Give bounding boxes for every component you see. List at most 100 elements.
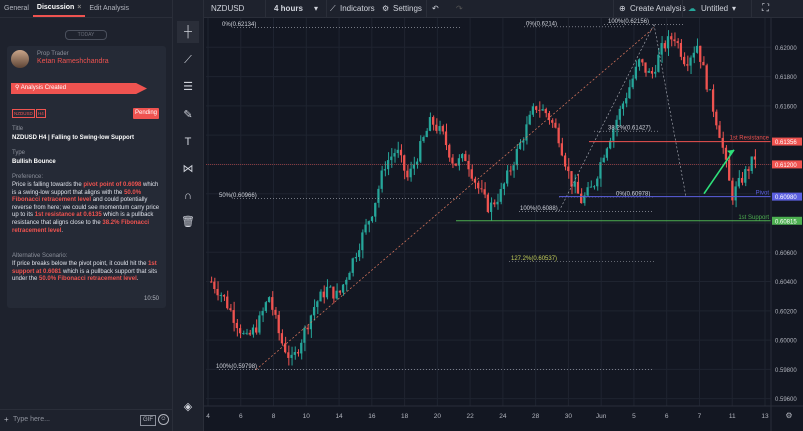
candle: [380, 170, 383, 189]
tab-discussion[interactable]: Discussion ×: [32, 0, 86, 17]
fib-label: 100%(0.6088): [520, 206, 558, 212]
x-tick-label: 18: [401, 413, 409, 420]
candle: [679, 42, 683, 57]
candle: [261, 310, 264, 316]
author-name[interactable]: Ketan Rameshchandra: [37, 58, 109, 65]
preference-label: Preference:: [12, 174, 44, 180]
candle: [728, 159, 731, 181]
candle: [332, 286, 335, 299]
candle: [390, 156, 393, 161]
candle: [232, 310, 235, 323]
fib-label: 100%(0.62156): [608, 19, 649, 25]
price-chart[interactable]: 0%(0.62134) 50%(0.60966) 100%(0.59798) 0%(0…: [204, 18, 803, 431]
undo-icon[interactable]: ↶: [432, 0, 439, 17]
candle: [531, 106, 535, 115]
candle: [621, 103, 625, 109]
symbol-selector[interactable]: NZDUSD: [211, 0, 244, 17]
layers-icon[interactable]: ◈: [177, 396, 199, 418]
interval-selector[interactable]: 4 hours: [274, 0, 303, 17]
candle: [689, 57, 692, 66]
candle: [496, 201, 499, 205]
candle: [296, 352, 300, 354]
current-price-label: 0.61200: [775, 163, 797, 169]
y-tick-label: 0.59600: [775, 397, 797, 403]
brush-icon[interactable]: ✎: [177, 104, 199, 126]
candle: [210, 281, 213, 283]
trash-icon[interactable]: 🗑: [177, 211, 199, 233]
candle: [686, 64, 689, 66]
candle: [325, 286, 329, 298]
layout-name[interactable]: Untitled: [701, 0, 728, 17]
candle: [438, 126, 441, 131]
candle: [573, 181, 576, 187]
divider: [751, 0, 752, 17]
horizontal-lines-icon[interactable]: ☰: [177, 76, 199, 98]
fib-label: 0%(0.62134): [222, 22, 256, 28]
candle: [335, 290, 338, 299]
gif-button[interactable]: GIF: [140, 415, 156, 426]
emoji-icon[interactable]: ☺: [158, 414, 169, 425]
pending-badge[interactable]: Pending: [133, 108, 159, 119]
candle: [338, 290, 341, 293]
message-input[interactable]: Type here...: [13, 416, 50, 423]
candle: [628, 87, 631, 99]
candle: [747, 169, 750, 171]
plus-icon[interactable]: +: [4, 415, 9, 424]
author-role: Prop Trader: [37, 51, 69, 57]
candle: [744, 169, 747, 183]
candle: [522, 140, 525, 143]
analysis-title: NZDUSD H4 | Falling to Swing-low Support: [12, 135, 135, 141]
candle: [354, 256, 358, 259]
candle: [673, 39, 676, 42]
x-tick-label: 30: [565, 413, 573, 420]
candle: [518, 142, 522, 149]
candle: [460, 154, 464, 159]
fullscreen-icon[interactable]: ⛶: [762, 0, 769, 17]
pattern-icon[interactable]: ⋈: [177, 158, 199, 180]
candle: [528, 114, 531, 125]
close-icon[interactable]: ×: [77, 4, 81, 11]
candle: [711, 89, 715, 112]
redo-icon[interactable]: ↷: [456, 0, 463, 17]
analysis-card: Prop Trader Ketan Rameshchandra ⚲ Analys…: [7, 46, 166, 308]
indicators-button[interactable]: Indicators: [340, 0, 375, 17]
candle: [592, 186, 596, 188]
y-tick-label: 0.60000: [775, 339, 797, 345]
tab-discussion-label: Discussion: [36, 4, 75, 11]
x-tick-label: 7: [698, 413, 702, 420]
x-tick-label: 4: [206, 413, 210, 420]
candle: [358, 250, 361, 257]
settings-button[interactable]: Settings: [393, 0, 422, 17]
chevron-down-icon[interactable]: ▾: [732, 0, 736, 17]
settings-icon: ⚙: [785, 411, 792, 420]
create-analysis-button[interactable]: Create Analysis: [630, 0, 686, 17]
candle: [441, 126, 444, 132]
candle: [705, 65, 708, 90]
fib-trend-line: [558, 24, 655, 212]
candle: [489, 202, 493, 212]
y-tick-label: 0.59800: [775, 368, 797, 374]
candle: [267, 297, 271, 303]
candle: [753, 156, 757, 160]
candle: [216, 288, 219, 296]
candle: [428, 117, 432, 131]
price-tag-label: 0.61356: [775, 140, 797, 146]
tab-edit-analysis[interactable]: Edit Analysis: [85, 0, 133, 17]
magnet-icon[interactable]: ∩: [177, 185, 199, 207]
chart-topbar: NZDUSD 4 hours ▾ ⟋ Indicators ⚙ Settings…: [204, 0, 803, 18]
symbol-tag: NZDUSD: [12, 109, 35, 118]
plus-circle-icon: ⊕: [619, 4, 626, 13]
x-tick-label: Jun: [596, 413, 607, 420]
candle: [644, 62, 647, 73]
candle: [547, 113, 551, 121]
trend-line-icon[interactable]: ⟋: [177, 49, 199, 71]
candle: [329, 286, 332, 288]
divider: [426, 0, 427, 17]
candle: [715, 111, 718, 126]
tab-general[interactable]: General: [0, 0, 33, 17]
candle: [238, 328, 242, 334]
crosshair-icon[interactable]: ┼: [177, 21, 199, 43]
candle: [480, 188, 483, 190]
x-tick-label: 20: [434, 413, 442, 420]
text-icon[interactable]: T: [177, 131, 199, 153]
